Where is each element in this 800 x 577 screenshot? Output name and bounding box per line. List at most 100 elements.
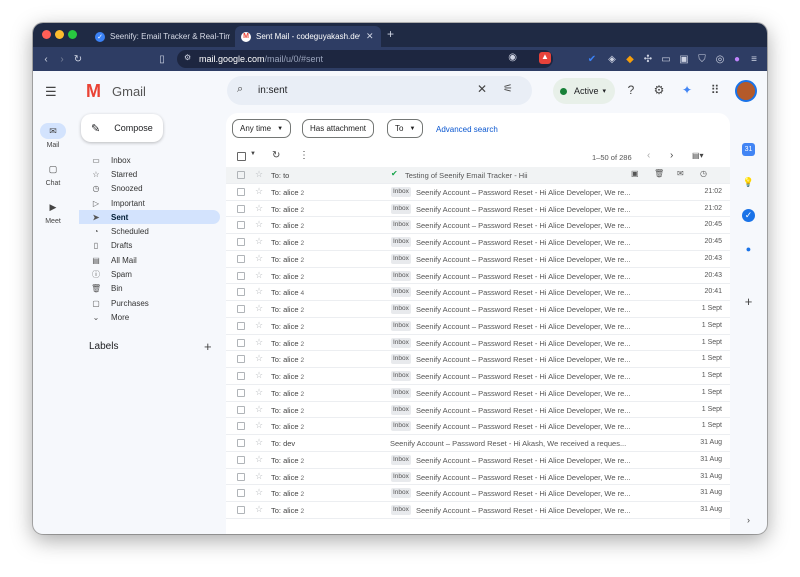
label-badge[interactable]: Inbox	[391, 304, 411, 314]
clear-search-icon[interactable]: ✕	[477, 82, 487, 96]
nav-item-inbox[interactable]: ▭ Inbox	[79, 153, 220, 167]
nav-item-snoozed[interactable]: ◷ Snoozed	[79, 182, 220, 196]
brave-shield-icon[interactable]: ▲	[539, 52, 551, 64]
bookmark-icon[interactable]: ▯	[155, 52, 169, 66]
nav-item-drafts[interactable]: ▯ Drafts	[79, 239, 220, 253]
tab-sent-mail[interactable]: M Sent Mail - codeguyakash.dev ✕	[235, 26, 381, 47]
nav-item-sent[interactable]: ➤ Sent	[79, 210, 220, 225]
eye-icon[interactable]: ◉	[508, 52, 517, 63]
star-icon[interactable]: ☆	[255, 404, 263, 415]
label-badge[interactable]: Inbox	[391, 220, 411, 231]
email-row[interactable]: ☆ To: alice 2 Inbox Seenify Account – Passwo…	[226, 385, 730, 402]
email-row[interactable]: ☆ To: alice 2 Inbox Seenify Account – Passwo…	[226, 268, 730, 285]
mark-unread-icon[interactable]: ✉	[677, 169, 684, 178]
help-icon[interactable]: ?	[623, 82, 639, 98]
star-icon[interactable]: ☆	[255, 437, 263, 448]
archive-icon[interactable]: ▣	[631, 169, 639, 178]
row-checkbox[interactable]	[237, 254, 245, 263]
row-checkbox[interactable]	[237, 305, 245, 313]
label-badge[interactable]: Inbox	[391, 488, 411, 499]
filter-any-time[interactable]: Any time ▼	[232, 119, 292, 138]
forward-icon[interactable]: ›	[55, 52, 69, 66]
add-label-icon[interactable]: +	[204, 339, 212, 354]
row-checkbox[interactable]	[237, 187, 245, 196]
row-checkbox[interactable]	[237, 355, 245, 364]
avatar[interactable]	[735, 80, 757, 102]
star-icon[interactable]: ☆	[255, 203, 263, 214]
email-row[interactable]: ☆ To: alice 2 Inbox Seenify Account – Passwo…	[226, 402, 730, 419]
label-badge[interactable]: Inbox	[391, 387, 411, 398]
label-badge[interactable]: Inbox	[391, 354, 411, 365]
label-badge[interactable]: Inbox	[391, 421, 411, 432]
extension-icon[interactable]: ◈	[605, 52, 619, 66]
nav-item-starred[interactable]: ☆ Starred	[79, 167, 220, 181]
next-page-icon[interactable]: ›	[670, 150, 673, 161]
email-row[interactable]: ☆ To: to ✔ Testing of Seenify Email Tracker…	[226, 167, 730, 184]
row-checkbox[interactable]	[237, 388, 245, 397]
star-icon[interactable]: ☆	[255, 303, 263, 314]
apps-icon[interactable]: ⠿	[707, 82, 723, 98]
prev-page-icon[interactable]: ‹	[647, 150, 650, 161]
label-badge[interactable]: Inbox	[391, 371, 411, 381]
row-checkbox[interactable]	[237, 221, 245, 230]
rail-mail[interactable]: ✉ Mail	[33, 123, 73, 149]
label-badge[interactable]: Inbox	[391, 237, 411, 247]
row-checkbox[interactable]	[237, 204, 245, 213]
row-checkbox[interactable]	[237, 455, 245, 464]
nav-item-spam[interactable]: ⓘ Spam	[79, 267, 220, 281]
row-checkbox[interactable]	[237, 506, 245, 514]
row-checkbox[interactable]	[237, 405, 245, 414]
search-icon[interactable]: ⌕	[237, 83, 243, 96]
star-icon[interactable]: ☆	[255, 219, 263, 230]
email-row[interactable]: ☆ To: dev Seenify Account – Password Reset…	[226, 435, 730, 452]
label-badge[interactable]: Inbox	[391, 287, 411, 298]
keep-icon[interactable]: 💡	[742, 176, 755, 189]
nav-item-more[interactable]: ⌄ More	[79, 310, 220, 324]
star-icon[interactable]: ☆	[255, 270, 263, 281]
menu-icon[interactable]: ≡	[747, 52, 761, 66]
star-icon[interactable]: ☆	[255, 420, 263, 431]
nav-item-bin[interactable]: 🗑 Bin	[79, 282, 220, 296]
site-settings-icon[interactable]: ⚙	[184, 53, 191, 62]
email-row[interactable]: ☆ To: alice 2 Inbox Seenify Account – Passwo…	[226, 251, 730, 268]
email-row[interactable]: ☆ To: alice 2 Inbox Seenify Account – Passwo…	[226, 485, 730, 502]
filter-to[interactable]: To ▼	[387, 119, 424, 138]
row-checkbox[interactable]	[237, 321, 245, 330]
star-icon[interactable]: ☆	[255, 236, 263, 247]
star-icon[interactable]: ☆	[255, 186, 263, 197]
search-bar[interactable]: ⌕ in:sent ✕ ⚟	[227, 76, 532, 105]
rail-meet[interactable]: ▶ Meet	[33, 199, 73, 226]
search-options-icon[interactable]: ⚟	[503, 82, 513, 95]
email-row[interactable]: ☆ To: alice 2 Inbox Seenify Account – Passwo…	[226, 217, 730, 234]
email-row[interactable]: ☆ To: alice 2 Inbox Seenify Account – Passwo…	[226, 418, 730, 435]
row-checkbox[interactable]	[237, 288, 245, 297]
snooze-icon[interactable]: ◷	[700, 169, 707, 178]
seenify-extension-icon[interactable]: ✔	[585, 52, 599, 66]
label-badge[interactable]: Inbox	[391, 203, 411, 214]
email-row[interactable]: ☆ To: alice 2 Inbox Seenify Account – Passwo…	[226, 335, 730, 352]
email-row[interactable]: ☆ To: alice 2 Inbox Seenify Account – Passwo…	[226, 301, 730, 318]
label-badge[interactable]: Inbox	[391, 337, 411, 348]
label-badge[interactable]: Inbox	[391, 320, 411, 331]
close-window-button[interactable]	[42, 30, 51, 39]
star-icon[interactable]: ☆	[255, 454, 263, 465]
label-badge[interactable]: Inbox	[391, 471, 411, 482]
star-icon[interactable]: ☆	[255, 471, 263, 482]
refresh-icon[interactable]: ↻	[272, 150, 280, 161]
main-menu-icon[interactable]: ☰	[45, 84, 57, 100]
rail-chat[interactable]: ▢ Chat	[33, 161, 73, 188]
maximize-window-button[interactable]	[68, 30, 77, 39]
row-checkbox[interactable]	[237, 422, 245, 431]
new-tab-button[interactable]: +	[387, 27, 394, 41]
vpn-icon[interactable]: ◎	[713, 52, 727, 66]
star-icon[interactable]: ☆	[255, 353, 263, 364]
row-checkbox[interactable]	[237, 372, 245, 380]
row-checkbox[interactable]	[237, 238, 245, 246]
nav-item-all-mail[interactable]: ▤ All Mail	[79, 253, 220, 267]
star-icon[interactable]: ☆	[255, 387, 263, 398]
density-toggle-icon[interactable]: ▤▾	[692, 151, 704, 160]
email-row[interactable]: ☆ To: alice 2 Inbox Seenify Account – Passwo…	[226, 469, 730, 486]
close-tab-icon[interactable]: ✕	[366, 31, 374, 42]
row-checkbox[interactable]	[237, 271, 245, 280]
back-icon[interactable]: ‹	[39, 52, 53, 66]
